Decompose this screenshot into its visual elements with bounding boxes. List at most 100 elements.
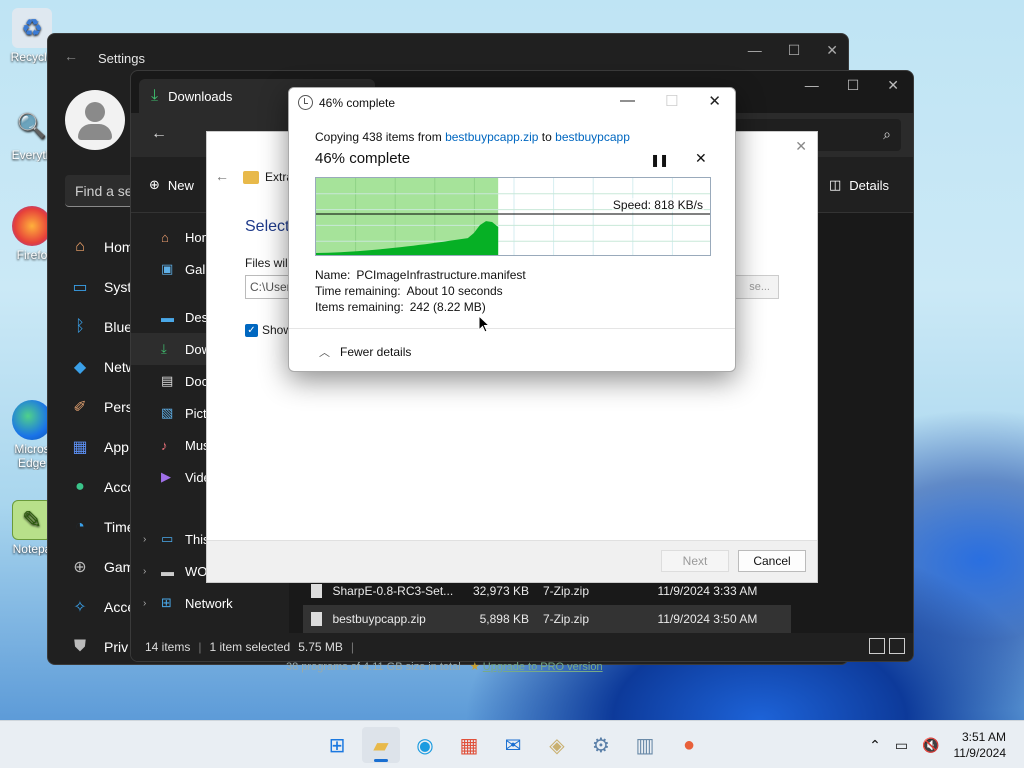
bluetooth-icon: ᛒ	[75, 318, 85, 335]
fewer-details-button[interactable]: ︿ Fewer details	[319, 344, 411, 360]
wifi-icon: ◆	[73, 359, 87, 376]
close-icon[interactable]: ✕	[795, 138, 807, 155]
close-icon[interactable]: ✕	[708, 92, 721, 110]
maximize-icon[interactable]: ☐	[847, 77, 860, 94]
file-icon	[311, 612, 323, 626]
notepad-icon: ✎	[12, 500, 52, 540]
person-icon: ●	[75, 478, 85, 495]
maximize-icon[interactable]: ☐	[788, 42, 801, 59]
start-button[interactable]: ⊞	[318, 727, 356, 763]
chevron-up-icon[interactable]: ⌃	[869, 737, 881, 754]
search-icon: ⌕	[883, 126, 891, 142]
plus-icon: ⊕	[149, 177, 160, 192]
network-monitor-icon[interactable]: ▭	[895, 737, 908, 754]
accessibility-icon: ✧	[73, 599, 87, 616]
tile-view-icon[interactable]	[889, 638, 905, 654]
outlook-icon: ✉	[504, 734, 522, 757]
volume-muted-icon[interactable]: 🔇	[922, 737, 939, 754]
minimize-icon[interactable]: —	[748, 42, 762, 59]
everything-search-icon: 🔍	[17, 112, 47, 140]
list-view-icon[interactable]	[869, 638, 885, 654]
apps-icon: ▦	[72, 439, 88, 456]
taskbar-apps: ⊞ ▰ ◉ ▦ ✉ ◈ ⚙ ▥ ●	[318, 727, 708, 763]
taskbar-archive[interactable]: ▥	[626, 727, 664, 763]
back-arrow-icon[interactable]: ←	[215, 168, 229, 184]
current-file-name: Name: PCImageInfrastructure.manifest	[315, 268, 526, 282]
transfer-speed-graph: Speed: 818 KB/s	[315, 177, 711, 256]
pictures-icon: ▧	[161, 405, 174, 420]
taskbar-package[interactable]: ◈	[538, 727, 576, 763]
maximize-icon: ☐	[664, 93, 679, 110]
back-arrow-icon[interactable]: ←	[151, 125, 167, 143]
taskbar-edge[interactable]: ◉	[406, 727, 444, 763]
globe-clock-icon: ◔	[75, 518, 85, 535]
show-files-checkbox[interactable]: ✓ Show	[245, 323, 292, 337]
taskbar-file-explorer[interactable]: ▰	[362, 727, 400, 763]
cancel-button[interactable]: Cancel	[738, 550, 806, 572]
copy-summary: Copying 438 items from bestbuypcapp.zip …	[315, 130, 630, 144]
details-button[interactable]: ◫ Details	[829, 177, 889, 193]
settings-title: Settings	[98, 51, 145, 66]
percent-complete: 46% complete	[315, 150, 411, 167]
table-row[interactable]: bestbuypcapp.zip 5,898 KB 7-Zip.zip 11/9…	[303, 605, 791, 633]
stop-icon[interactable]: ✕	[695, 150, 707, 167]
recycle-bin-icon: ♻	[12, 8, 52, 48]
download-icon: ⤓	[161, 341, 167, 356]
home-icon: ⌂	[161, 229, 169, 245]
back-arrow-icon[interactable]: ←	[64, 48, 78, 64]
mouse-cursor-icon	[478, 315, 490, 333]
chevron-right-icon[interactable]: ›	[143, 566, 146, 577]
chevron-right-icon[interactable]: ›	[143, 534, 146, 545]
destination-link[interactable]: bestbuypcapp	[555, 130, 630, 144]
time-remaining: Time remaining: About 10 seconds	[315, 284, 503, 298]
divider	[289, 328, 735, 329]
files-label: Files will	[245, 256, 291, 270]
monitor-icon: ▭	[72, 279, 88, 296]
taskbar-clock[interactable]: 3:51 AM 11/9/2024	[954, 729, 1007, 761]
settings-window-controls: — ☐ ✕	[748, 42, 838, 59]
chevron-right-icon[interactable]: ›	[143, 598, 146, 609]
status-bar: 14 items | 1 item selected 5.75 MB |	[131, 633, 913, 661]
archive-icon: ▥	[635, 734, 655, 757]
dialog-titlebar: 46% complete — ☐ ✕	[289, 88, 735, 118]
items-remaining: Items remaining: 242 (8.22 MB)	[315, 300, 486, 314]
gamepad-icon: ⊕	[73, 559, 87, 576]
taskbar-store[interactable]: ▦	[450, 727, 488, 763]
videos-icon: ▶	[161, 469, 171, 484]
pause-icon[interactable]: ❚❚	[650, 153, 669, 167]
star-icon: ★	[469, 661, 480, 673]
details-pane-icon: ◫	[828, 177, 842, 192]
taskbar-firefox[interactable]: ●	[670, 727, 708, 763]
taskbar-outlook[interactable]: ✉	[494, 727, 532, 763]
minimize-icon[interactable]: —	[620, 92, 635, 110]
minimize-icon[interactable]: —	[805, 77, 819, 94]
folder-icon: ▰	[373, 734, 389, 757]
next-button[interactable]: Next	[661, 550, 729, 572]
network-icon: ⊞	[161, 595, 172, 610]
music-icon: ♪	[161, 437, 168, 453]
edge-icon	[12, 400, 52, 440]
speed-graph-svg	[316, 178, 710, 255]
selection-count: 1 item selected	[209, 640, 291, 654]
folder-zip-icon	[243, 170, 259, 184]
copy-progress-dialog: 46% complete — ☐ ✕ Copying 438 items fro…	[288, 87, 736, 372]
source-link[interactable]: bestbuypcapp.zip	[445, 130, 538, 144]
close-icon[interactable]: ✕	[887, 77, 899, 94]
gallery-icon: ▣	[161, 261, 174, 276]
view-toggle	[869, 638, 905, 654]
download-icon: ⤓	[151, 87, 159, 104]
new-button[interactable]: ⊕ New	[149, 177, 194, 193]
firefox-icon: ●	[682, 733, 696, 756]
document-icon: ▤	[161, 373, 174, 388]
drive-icon: ▬	[161, 563, 174, 579]
wizard-title: Extra	[243, 170, 293, 184]
avatar[interactable]	[65, 90, 125, 150]
dialog-title: 46% complete	[319, 96, 396, 110]
taskbar-settings[interactable]: ⚙	[582, 727, 620, 763]
shield-icon: ⛊	[73, 638, 86, 655]
package-icon: ◈	[549, 734, 565, 757]
edge-icon: ◉	[416, 734, 434, 757]
close-icon[interactable]: ✕	[826, 42, 838, 59]
upgrade-link[interactable]: Upgrade to PRO version	[483, 661, 603, 673]
sidebar-item-network[interactable]: › ⊞ Network	[131, 587, 289, 619]
